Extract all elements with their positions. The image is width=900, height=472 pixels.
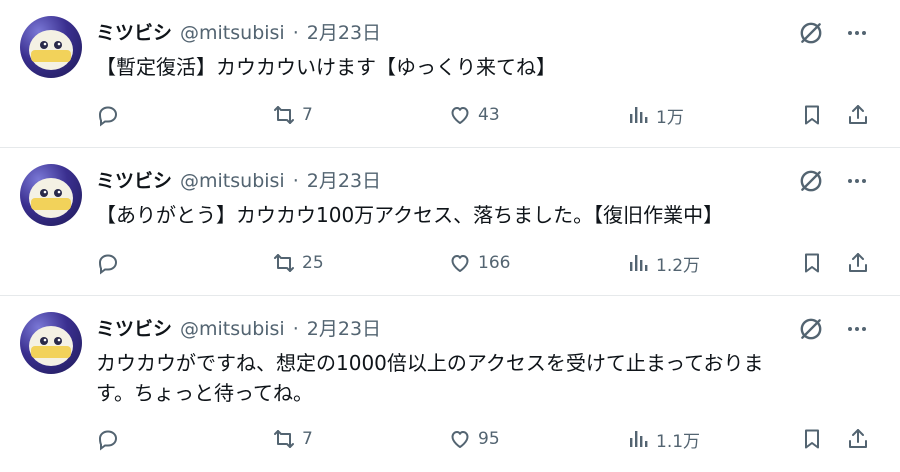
avatar[interactable] [20, 16, 82, 78]
tweet[interactable]: ミツビシ @mitsubisi · 2月23日 【ありがとう】カウカウ100万ア… [0, 148, 900, 296]
user-handle[interactable]: @mitsubisi [180, 170, 285, 192]
display-name[interactable]: ミツビシ [96, 18, 172, 45]
like-button[interactable]: 166 [448, 248, 510, 278]
tweet[interactable]: ミツビシ @mitsubisi · 2月23日 【暫定復活】カウカウいけます【ゆ… [0, 0, 900, 148]
tweet-top-icons [798, 168, 870, 194]
views-button[interactable]: 1.2万 [626, 248, 700, 278]
like-button[interactable]: 43 [448, 100, 500, 130]
share-icon [849, 429, 867, 448]
retweet-icon [274, 430, 294, 448]
avatar[interactable] [20, 164, 82, 226]
tweet-text: 【ありがとう】カウカウ100万アクセス、落ちました。【復旧作業中】 [96, 203, 724, 227]
grok-icon[interactable] [798, 168, 824, 194]
separator-dot: · [292, 22, 299, 44]
more-icon[interactable] [844, 168, 870, 194]
tweet-feed: ミツビシ @mitsubisi · 2月23日 【暫定復活】カウカウいけます【ゆ… [0, 0, 900, 472]
views-count: 1.1万 [656, 431, 701, 452]
bookmark-icon [805, 429, 819, 449]
grok-icon[interactable] [798, 20, 824, 46]
tweet-top-icons [798, 316, 870, 342]
retweet-button[interactable]: 7 [272, 100, 313, 130]
display-name[interactable]: ミツビシ [96, 314, 172, 341]
more-icon[interactable] [844, 20, 870, 46]
tweet-header: ミツビシ @mitsubisi · 2月23日 [96, 18, 381, 45]
tweet[interactable]: ミツビシ @mitsubisi · 2月23日 カウカウがですね、想定の1000… [0, 296, 900, 472]
tweet-actions: 7 43 1万 [96, 100, 876, 130]
tweet-date[interactable]: 2月23日 [307, 18, 381, 45]
avatar[interactable] [20, 312, 82, 374]
retweet-icon [274, 254, 294, 272]
views-count: 1万 [656, 107, 684, 128]
tweet-text: 【暫定復活】カウカウいけます【ゆっくり来てね】 [96, 55, 556, 79]
retweet-count: 25 [302, 253, 324, 273]
bookmark-icon [805, 105, 819, 125]
bookmark-button[interactable] [800, 248, 824, 278]
share-icon [849, 253, 867, 272]
bookmark-button[interactable] [800, 424, 824, 454]
like-button[interactable]: 95 [448, 424, 500, 454]
grok-icon[interactable] [798, 316, 824, 342]
retweet-icon [274, 106, 294, 124]
views-icon [630, 255, 648, 271]
views-count: 1.2万 [656, 255, 701, 276]
retweet-count: 7 [302, 105, 313, 125]
tweet-top-icons [798, 20, 870, 46]
reply-button[interactable] [96, 248, 126, 278]
views-button[interactable]: 1万 [626, 100, 684, 130]
reply-icon [98, 430, 118, 451]
tweet-header: ミツビシ @mitsubisi · 2月23日 [96, 314, 381, 341]
heart-icon [451, 107, 469, 124]
retweet-button[interactable]: 7 [272, 424, 313, 454]
share-button[interactable] [846, 248, 870, 278]
like-count: 43 [478, 105, 500, 125]
reply-icon [98, 254, 118, 275]
tweet-header: ミツビシ @mitsubisi · 2月23日 [96, 166, 381, 193]
heart-icon [451, 255, 469, 272]
share-button[interactable] [846, 424, 870, 454]
heart-icon [451, 431, 469, 448]
bookmark-button[interactable] [800, 100, 824, 130]
share-button[interactable] [846, 100, 870, 130]
separator-dot: · [292, 318, 299, 340]
share-icon [849, 105, 867, 124]
like-count: 166 [478, 253, 511, 273]
retweet-button[interactable]: 25 [272, 248, 324, 278]
views-icon [630, 431, 648, 447]
like-count: 95 [478, 429, 500, 449]
separator-dot: · [292, 170, 299, 192]
tweet-actions: 7 95 1.1万 [96, 424, 876, 454]
tweet-text: カウカウがですね、想定の1000倍以上のアクセスを受けて止まっておりま す。ちょ… [96, 351, 764, 405]
more-icon[interactable] [844, 316, 870, 342]
bookmark-icon [805, 253, 819, 273]
views-button[interactable]: 1.1万 [626, 424, 700, 454]
tweet-date[interactable]: 2月23日 [307, 166, 381, 193]
reply-icon [98, 106, 118, 127]
tweet-date[interactable]: 2月23日 [307, 314, 381, 341]
views-icon [630, 107, 648, 123]
reply-button[interactable] [96, 100, 126, 130]
display-name[interactable]: ミツビシ [96, 166, 172, 193]
user-handle[interactable]: @mitsubisi [180, 318, 285, 340]
reply-button[interactable] [96, 424, 126, 454]
user-handle[interactable]: @mitsubisi [180, 22, 285, 44]
tweet-actions: 25 166 1.2万 [96, 248, 876, 278]
retweet-count: 7 [302, 429, 313, 449]
